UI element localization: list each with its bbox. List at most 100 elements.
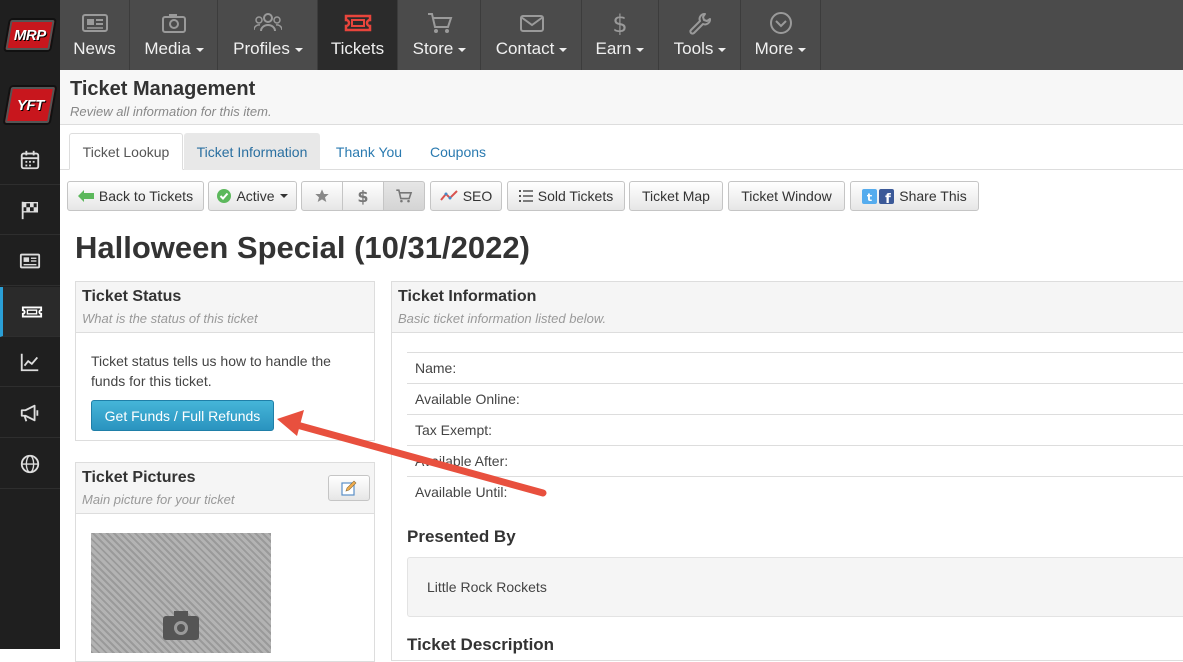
ticket-status-description: Ticket status tells us how to handle the… bbox=[91, 353, 331, 389]
rail-racing[interactable] bbox=[0, 185, 60, 235]
nav-more[interactable]: More bbox=[741, 0, 821, 70]
nav-media[interactable]: Media bbox=[131, 0, 218, 70]
tab-ticket-lookup[interactable]: Ticket Lookup bbox=[69, 133, 183, 170]
ticket-window-label: Ticket Window bbox=[741, 188, 832, 204]
nav-store[interactable]: Store bbox=[399, 0, 481, 70]
dollar-icon: $ bbox=[612, 11, 627, 35]
ticket-map-button[interactable]: Ticket Map bbox=[629, 181, 723, 211]
nav-profiles[interactable]: Profiles bbox=[219, 0, 318, 70]
cart-icon bbox=[427, 13, 452, 33]
tab-coupons[interactable]: Coupons bbox=[418, 133, 498, 170]
newspaper-icon bbox=[81, 14, 108, 32]
nav-news-label: News bbox=[73, 39, 116, 58]
ticket-icon bbox=[344, 14, 371, 32]
rail-news[interactable] bbox=[0, 236, 60, 286]
caret-down-icon bbox=[195, 47, 204, 52]
svg-text:t: t bbox=[867, 191, 872, 204]
tab-bar: Ticket Lookup Ticket Information Thank Y… bbox=[60, 125, 1183, 170]
svg-text:$: $ bbox=[612, 11, 627, 35]
nav-earn-label: Earn bbox=[595, 39, 632, 58]
ticket-information-title: Ticket Information bbox=[398, 288, 537, 305]
tab-thank-you[interactable]: Thank You bbox=[322, 133, 416, 170]
presented-by-value: Little Rock Rockets bbox=[407, 557, 1183, 617]
active-status-dropdown[interactable]: Active bbox=[208, 181, 297, 211]
nav-tickets[interactable]: Tickets bbox=[318, 0, 398, 70]
caret-down-icon bbox=[279, 194, 288, 198]
paid-button[interactable]: $ bbox=[342, 181, 384, 211]
star-icon bbox=[315, 189, 329, 202]
seo-button[interactable]: SEO bbox=[430, 181, 502, 211]
rail-calendar[interactable] bbox=[0, 135, 60, 185]
left-rail: MRP YFT bbox=[0, 0, 60, 649]
nav-contact-label: Contact bbox=[495, 39, 555, 58]
ticket-information-subtitle: Basic ticket information listed below. bbox=[398, 311, 607, 326]
nav-news[interactable]: News bbox=[60, 0, 130, 70]
tab-ticket-information[interactable]: Ticket Information bbox=[184, 133, 320, 170]
checkered-flag-icon bbox=[21, 201, 39, 219]
caret-down-icon bbox=[718, 47, 727, 52]
get-funds-refunds-button[interactable]: Get Funds / Full Refunds bbox=[91, 400, 274, 431]
edit-pencil-icon bbox=[341, 480, 357, 496]
nav-tools[interactable]: Tools bbox=[660, 0, 741, 70]
rail-website[interactable] bbox=[0, 439, 60, 489]
wrench-icon bbox=[689, 13, 711, 35]
edit-picture-button[interactable] bbox=[328, 475, 370, 501]
nav-more-label: More bbox=[754, 39, 794, 58]
yft-logo[interactable]: YFT bbox=[0, 70, 60, 140]
caret-down-icon bbox=[798, 47, 807, 52]
users-icon bbox=[254, 13, 282, 32]
check-circle-icon bbox=[217, 189, 232, 203]
ticket-status-title: Ticket Status bbox=[82, 288, 182, 305]
page-header: Ticket Management Review all information… bbox=[60, 70, 1183, 125]
caret-down-icon bbox=[636, 47, 645, 52]
arrow-left-icon bbox=[77, 190, 94, 202]
seo-chart-icon bbox=[439, 190, 458, 201]
trending-chart-icon bbox=[20, 353, 39, 371]
info-row-available-until: Available Until: bbox=[407, 476, 1183, 507]
nav-tickets-label: Tickets bbox=[330, 39, 385, 58]
ticket-information-panel: Ticket Information Basic ticket informat… bbox=[391, 281, 1183, 661]
camera-icon bbox=[162, 14, 186, 33]
nav-earn[interactable]: $ Earn bbox=[582, 0, 659, 70]
envelope-icon bbox=[519, 15, 544, 32]
ticket-picture-placeholder[interactable] bbox=[91, 533, 271, 653]
ticket-title: Halloween Special (10/31/2022) bbox=[75, 230, 530, 265]
caret-down-icon bbox=[559, 47, 568, 52]
cart-icon bbox=[396, 189, 413, 203]
info-row-tax-exempt: Tax Exempt: bbox=[407, 414, 1183, 445]
ticket-window-button[interactable]: Ticket Window bbox=[728, 181, 845, 211]
ticket-map-label: Ticket Map bbox=[642, 188, 710, 204]
mrp-logo[interactable]: MRP bbox=[0, 0, 60, 70]
featured-button[interactable] bbox=[301, 181, 343, 211]
share-this-label: Share This bbox=[899, 188, 967, 204]
rail-analytics[interactable] bbox=[0, 337, 60, 387]
ticket-icon bbox=[21, 306, 42, 317]
ticket-pictures-subtitle: Main picture for your ticket bbox=[82, 492, 235, 507]
share-this-button[interactable]: t f Share This bbox=[850, 181, 979, 211]
caret-down-icon bbox=[294, 47, 303, 52]
globe-icon bbox=[20, 454, 40, 473]
rail-tickets[interactable] bbox=[0, 287, 60, 337]
ticket-description-label: Ticket Description bbox=[407, 635, 555, 654]
svg-text:f: f bbox=[885, 192, 891, 204]
megaphone-icon bbox=[20, 404, 39, 422]
info-row-available-online: Available Online: bbox=[407, 383, 1183, 414]
presented-by-label: Presented By bbox=[407, 527, 516, 546]
back-to-tickets-button[interactable]: Back to Tickets bbox=[67, 181, 204, 211]
ticket-pictures-panel: Ticket Pictures Main picture for your ti… bbox=[75, 462, 375, 662]
mrp-logo-text: MRP bbox=[14, 26, 46, 44]
sold-tickets-button[interactable]: Sold Tickets bbox=[507, 181, 625, 211]
nav-contact[interactable]: Contact bbox=[482, 0, 582, 70]
camera-icon bbox=[163, 611, 199, 640]
info-row-name: Name: bbox=[407, 352, 1183, 383]
rail-marketing[interactable] bbox=[0, 388, 60, 438]
info-row-available-after: Available After: bbox=[407, 445, 1183, 476]
page-subtitle: Review all information for this item. bbox=[70, 104, 272, 119]
newspaper-icon bbox=[19, 253, 41, 268]
yft-logo-text: YFT bbox=[16, 96, 44, 114]
top-nav: News Media Profiles Tickets Store Contac… bbox=[60, 0, 1183, 70]
page-title: Ticket Management bbox=[70, 78, 256, 100]
ticket-pictures-title: Ticket Pictures bbox=[82, 469, 196, 486]
seo-label: SEO bbox=[462, 188, 493, 204]
store-toggle-button[interactable] bbox=[383, 181, 425, 211]
